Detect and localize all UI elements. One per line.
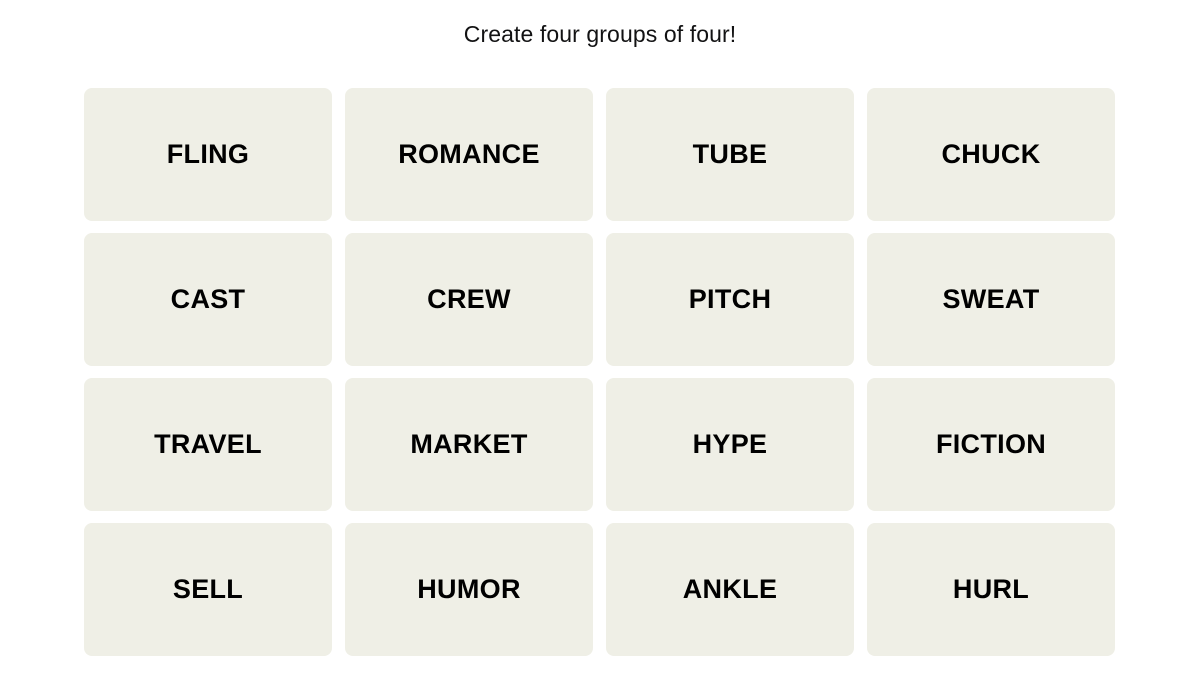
word-tile-label: HYPE <box>692 429 768 459</box>
word-tile-label: MARKET <box>410 429 528 459</box>
word-tile[interactable]: HUMOR <box>345 523 593 656</box>
word-tile[interactable]: CHUCK <box>867 88 1115 221</box>
word-tile[interactable]: SWEAT <box>867 233 1115 366</box>
word-tile[interactable]: ROMANCE <box>345 88 593 221</box>
word-tile[interactable]: CREW <box>345 233 593 366</box>
word-tile-label: FLING <box>166 139 250 169</box>
word-tile-label: CAST <box>170 284 246 314</box>
word-tile-label: HURL <box>952 574 1030 604</box>
page-title: Create four groups of four! <box>463 20 737 47</box>
word-tile-label: PITCH <box>688 284 772 314</box>
word-tile[interactable]: PITCH <box>606 233 854 366</box>
word-tile-label: ANKLE <box>682 574 778 604</box>
connections-game: Create four groups of four! FLING ROMANC… <box>0 0 1200 675</box>
word-tile-label: HUMOR <box>417 574 521 604</box>
word-tile[interactable]: TUBE <box>606 88 854 221</box>
word-tile[interactable]: CAST <box>84 233 332 366</box>
word-tile[interactable]: HYPE <box>606 378 854 511</box>
word-tile[interactable]: MARKET <box>345 378 593 511</box>
word-tile-grid: FLING ROMANCE TUBE CHUCK CAST CREW PITCH… <box>84 88 1116 656</box>
word-tile-label: TUBE <box>692 139 768 169</box>
word-tile[interactable]: FICTION <box>867 378 1115 511</box>
word-tile-label: CHUCK <box>941 139 1041 169</box>
word-tile[interactable]: TRAVEL <box>84 378 332 511</box>
word-tile[interactable]: HURL <box>867 523 1115 656</box>
word-tile-label: SWEAT <box>942 284 1040 314</box>
word-tile[interactable]: SELL <box>84 523 332 656</box>
word-tile-label: CREW <box>427 284 511 314</box>
word-tile-label: FICTION <box>935 429 1047 459</box>
word-tile[interactable]: ANKLE <box>606 523 854 656</box>
word-tile-label: SELL <box>172 574 244 604</box>
word-tile[interactable]: FLING <box>84 88 332 221</box>
word-tile-label: ROMANCE <box>398 139 540 169</box>
word-tile-label: TRAVEL <box>154 429 262 459</box>
